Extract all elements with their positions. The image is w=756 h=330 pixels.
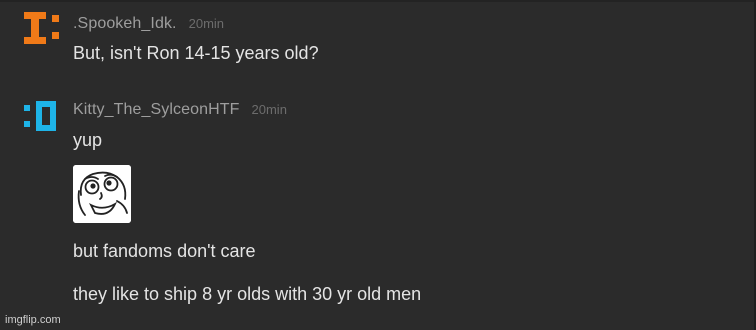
orange-pixel-avatar-icon[interactable] xyxy=(22,10,62,46)
chat-message: .Spookeh_Idk. 20min But, isn't Ron 14-15 … xyxy=(0,0,740,70)
message-text: yup xyxy=(73,130,103,150)
derp-face-meme-icon[interactable] xyxy=(73,165,131,223)
username[interactable]: Kitty_The_SylceonHTF xyxy=(73,101,240,118)
chat-screenshot: .Spookeh_Idk. 20min But, isn't Ron 14-15 … xyxy=(0,0,756,330)
message-header: .Spookeh_Idk. 20min xyxy=(73,15,224,33)
message-text: they like to ship 8 yr olds with 30 yr o… xyxy=(73,284,422,304)
cyan-pixel-avatar-icon[interactable] xyxy=(22,99,62,135)
username[interactable]: .Spookeh_Idk. xyxy=(73,15,177,32)
message-header: Kitty_The_SylceonHTF 20min xyxy=(73,101,287,119)
message-text: but fandoms don't care xyxy=(73,241,256,261)
watermark: imgflip.com xyxy=(5,314,61,326)
message-text: But, isn't Ron 14-15 years old? xyxy=(73,43,319,63)
timestamp: 20min xyxy=(188,16,225,31)
chat-message: Kitty_The_SylceonHTF 20min yup but fando… xyxy=(0,92,740,317)
timestamp: 20min xyxy=(251,102,287,117)
